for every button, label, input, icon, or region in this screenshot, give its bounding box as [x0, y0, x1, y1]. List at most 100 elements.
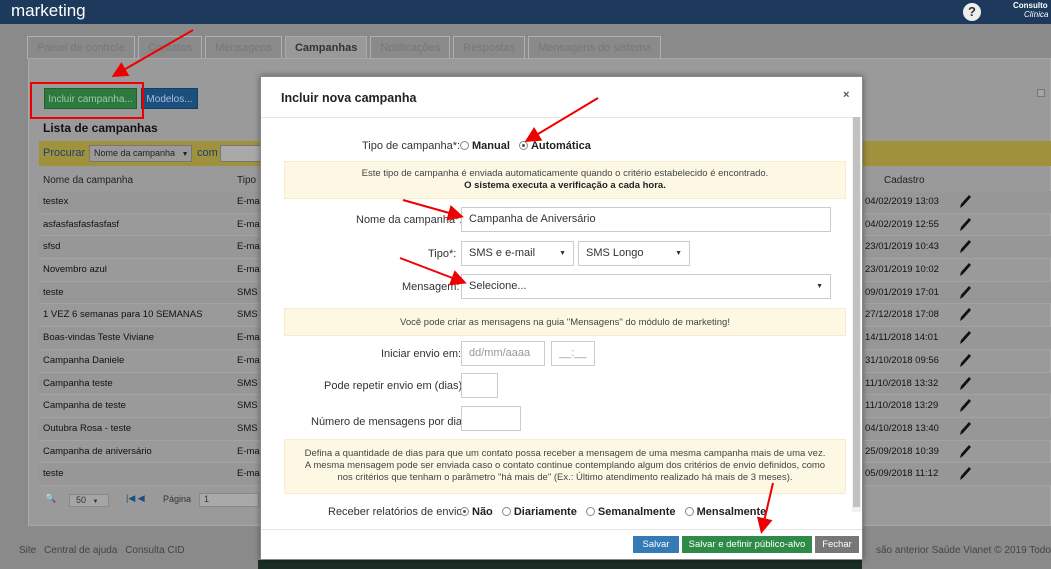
tab-mensagens-sistema[interactable]: Mensagens do sistema — [528, 36, 662, 59]
chevron-down-icon: ▼ — [816, 283, 823, 290]
edit-pencil-icon[interactable] — [958, 329, 972, 345]
edit-pencil-icon[interactable] — [958, 238, 972, 254]
list-title: Lista de campanhas — [43, 121, 158, 135]
page-number-input[interactable]: 1 — [199, 493, 259, 507]
close-button[interactable]: Fechar — [815, 536, 859, 553]
radio-reports-diario[interactable]: Diariamente — [501, 506, 577, 518]
footer-links: Site Central de ajuda Consulta CID — [19, 545, 190, 556]
search-input[interactable] — [220, 145, 265, 162]
radio-manual-circle[interactable] — [460, 141, 469, 150]
top-bar: marketing ? Consulto Clínica — [0, 0, 1051, 24]
start-time-input[interactable]: __:__ — [551, 341, 595, 366]
message-select[interactable]: Selecione... ▼ — [461, 274, 831, 299]
include-campaign-modal: Incluir nova campanha × Tipo de campanha… — [260, 76, 863, 560]
help-icon[interactable]: ? — [963, 3, 981, 21]
user-name: Consulto — [1013, 1, 1048, 10]
radio-auto[interactable]: Automática — [518, 140, 591, 152]
row-date: 27/12/2018 17:08 — [865, 309, 939, 321]
edit-pencil-icon[interactable] — [958, 261, 972, 277]
radio-auto-circle[interactable] — [518, 141, 528, 150]
models-button[interactable]: Modelos... — [141, 88, 198, 109]
scrollbar-thumb[interactable] — [853, 117, 860, 507]
tab-mensagens[interactable]: Mensagens — [205, 36, 282, 59]
campaign-type-radios: Manual Automática — [460, 140, 597, 152]
search-field-select[interactable]: Nome da campanha ▼ — [89, 145, 192, 162]
edit-pencil-icon[interactable] — [958, 465, 972, 481]
radio-reports-diario-circle[interactable] — [501, 507, 511, 516]
message-info-box: Você pode criar as mensagens na guia "Me… — [284, 308, 846, 336]
edit-pencil-icon[interactable] — [958, 193, 972, 209]
repeat-info-box: Defina a quantidade de dias para que um … — [284, 439, 846, 494]
row-type: SMS — [237, 377, 258, 389]
column-name[interactable]: Nome da campanha — [43, 175, 133, 186]
options-checkbox[interactable] — [1037, 89, 1045, 97]
save-audience-button[interactable]: Salvar e definir público-alvo — [682, 536, 812, 553]
footer-link-cid[interactable]: Consulta CID — [125, 545, 184, 556]
row-date: 11/10/2018 13:29 — [865, 400, 939, 412]
column-type[interactable]: Tipo — [237, 175, 256, 186]
auto-info-line1: Este tipo de campanha é enviada automati… — [361, 168, 769, 179]
column-created[interactable]: Cadastro — [884, 175, 925, 186]
start-date-input[interactable]: dd/mm/aaaa — [461, 341, 545, 366]
radio-reports-mensal-label: Mensalmente — [696, 506, 767, 518]
tab-contatos[interactable]: Contatos — [138, 36, 203, 59]
radio-manual[interactable]: Manual — [460, 140, 510, 152]
edit-pencil-icon[interactable] — [958, 443, 972, 459]
repeat-label: Pode repetir envio em (dias): — [324, 380, 466, 392]
row-type: E-ma — [237, 196, 260, 207]
edit-pencil-icon[interactable] — [958, 352, 972, 368]
tab-notificacoes[interactable]: Notificações — [370, 36, 451, 59]
row-date: 31/10/2018 09:56 — [865, 354, 939, 366]
reports-label: Receber relatórios de envio: — [328, 506, 466, 518]
row-type: E-ma — [237, 332, 260, 344]
app-brand: marketing — [11, 1, 86, 20]
radio-reports-semanal-circle[interactable] — [585, 507, 595, 516]
tab-painel[interactable]: Painel de controle — [27, 36, 136, 59]
edit-pencil-icon[interactable] — [958, 397, 972, 413]
row-date: 11/10/2018 13:32 — [865, 377, 939, 389]
chevron-down-icon: ▼ — [92, 499, 99, 505]
radio-reports-nao[interactable]: Não — [460, 506, 493, 518]
tab-respostas[interactable]: Respostas — [453, 36, 526, 59]
edit-pencil-icon[interactable] — [958, 216, 972, 232]
radio-reports-mensal-circle[interactable] — [684, 507, 694, 516]
user-info[interactable]: Consulto Clínica — [1013, 1, 1048, 19]
row-type: E-ma — [237, 264, 260, 276]
radio-reports-semanal-label: Semanalmente — [597, 506, 676, 518]
pager: 🔍 50 ▼ |◀ ◀ Página 1 — [39, 489, 261, 511]
search-icon[interactable]: 🔍 — [45, 493, 56, 504]
footer-link-help[interactable]: Central de ajuda — [44, 545, 117, 556]
edit-pencil-icon[interactable] — [958, 375, 972, 391]
edit-pencil-icon[interactable] — [958, 284, 972, 300]
messages-per-day-input[interactable] — [461, 406, 521, 431]
tab-campanhas[interactable]: Campanhas — [284, 36, 368, 59]
sms-type-select[interactable]: SMS Longo ▼ — [578, 241, 690, 266]
kind-select[interactable]: SMS e e-mail ▼ — [461, 241, 574, 266]
first-page-icon[interactable]: |◀ ◀ — [126, 493, 145, 504]
row-date: 04/02/2019 13:03 — [865, 196, 939, 207]
row-type: E-ma — [237, 241, 260, 253]
repeat-days-input[interactable] — [461, 373, 498, 398]
row-name: Campanha Daniele — [43, 354, 125, 366]
search-label: Procurar — [43, 147, 86, 159]
row-type: E-ma — [237, 445, 260, 457]
campaign-name-input[interactable]: Campanha de Aniversário — [461, 207, 831, 232]
radio-reports-semanal[interactable]: Semanalmente — [585, 506, 676, 518]
radio-reports-mensal[interactable]: Mensalmente — [684, 506, 767, 518]
close-icon[interactable]: × — [843, 89, 849, 101]
row-name: testex — [43, 196, 69, 207]
radio-reports-nao-circle[interactable] — [460, 507, 469, 516]
search-field-value: Nome da campanha — [94, 148, 176, 158]
auto-info-line2: O sistema executa a verificação a cada h… — [464, 180, 666, 191]
modal-scrollbar[interactable] — [852, 117, 861, 512]
footer-link-site[interactable]: Site — [19, 545, 36, 556]
page-size-select[interactable]: 50 ▼ — [69, 494, 109, 507]
edit-pencil-icon[interactable] — [958, 420, 972, 436]
save-button[interactable]: Salvar — [633, 536, 679, 553]
row-type: SMS — [237, 422, 258, 434]
row-date: 04/02/2019 12:55 — [865, 218, 939, 230]
name-label: Nome da campanha*: — [356, 214, 463, 226]
message-value: Selecione... — [469, 280, 527, 292]
start-label: Iniciar envio em: — [381, 348, 462, 360]
edit-pencil-icon[interactable] — [958, 306, 972, 322]
